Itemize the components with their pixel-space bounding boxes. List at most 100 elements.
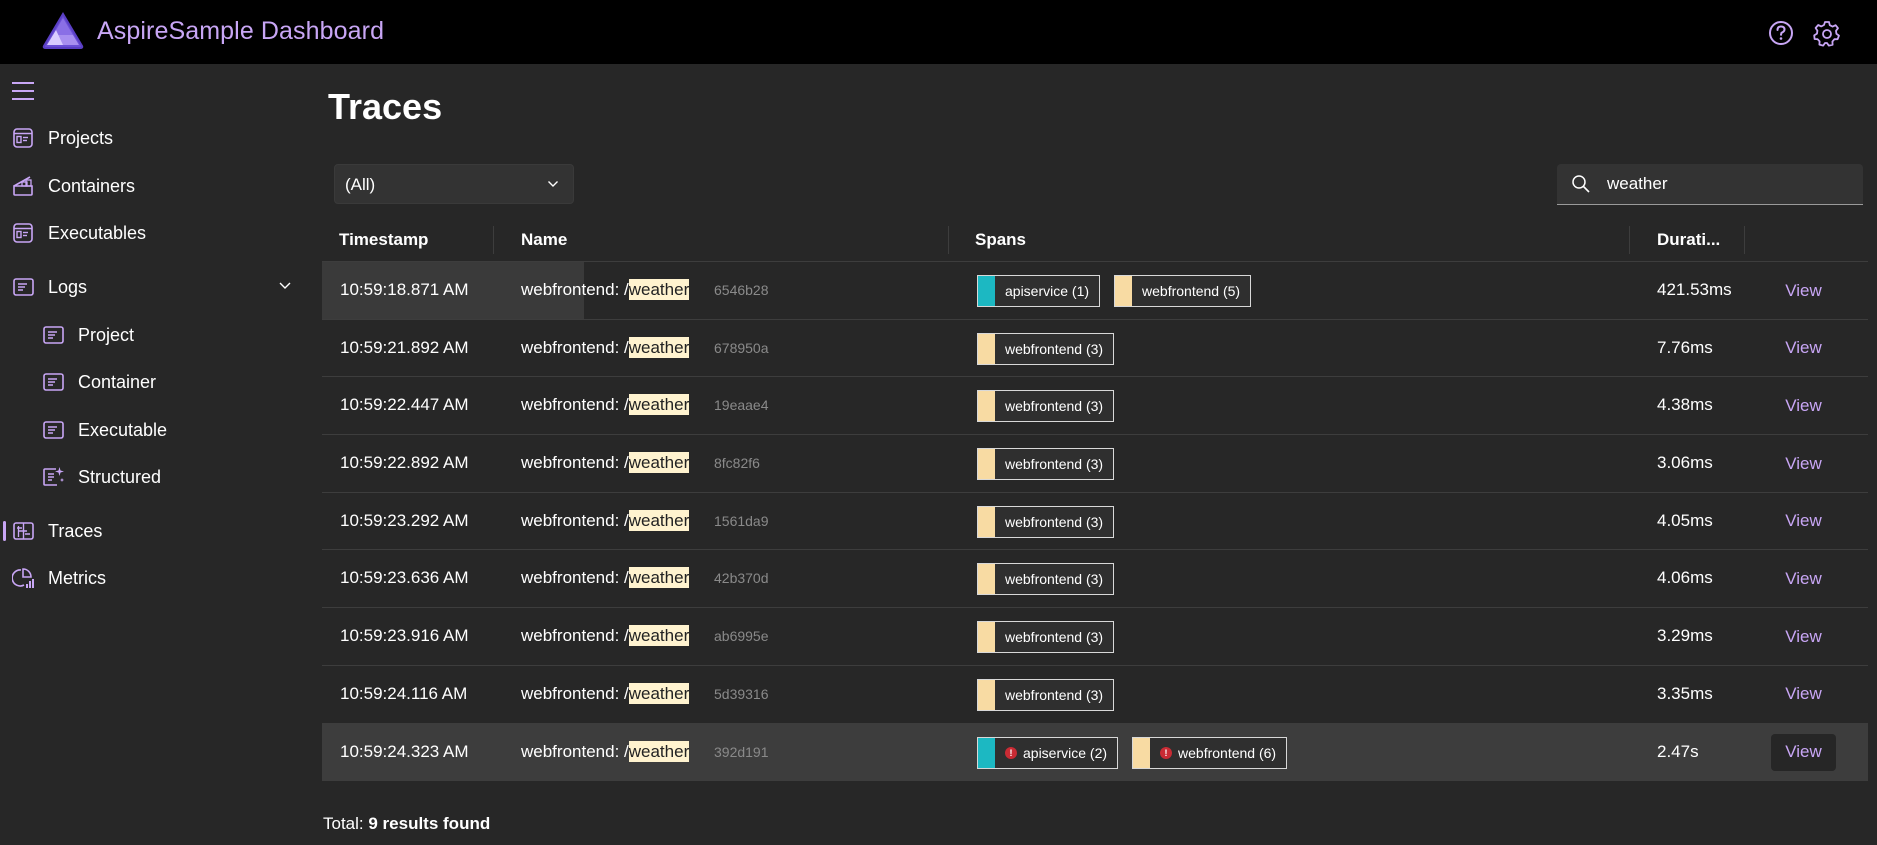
span-badge-apiservice[interactable]: apiservice (1) bbox=[977, 275, 1101, 307]
log-icon bbox=[43, 421, 64, 439]
search-highlight: weather bbox=[628, 625, 690, 647]
traces-icon bbox=[13, 522, 34, 540]
table-row[interactable]: 10:59:24.116 AM webfrontend: /weather 5d39… bbox=[322, 666, 1868, 724]
view-trace-link[interactable]: View bbox=[1771, 387, 1836, 424]
view-trace-link[interactable]: View bbox=[1771, 272, 1836, 309]
sidebar-item-label: Metrics bbox=[48, 567, 106, 588]
sidebar-item-label: Containers bbox=[48, 175, 136, 196]
error-icon: ! bbox=[1005, 746, 1017, 759]
service-color-swatch bbox=[1115, 276, 1133, 306]
span-badge-apiservice[interactable]: ! apiservice (2) bbox=[977, 736, 1119, 769]
view-trace-link[interactable]: View bbox=[1771, 330, 1836, 367]
service-color-swatch bbox=[978, 737, 995, 768]
table-row[interactable]: 10:59:22.892 AM webfrontend: /weather 8fc8… bbox=[322, 435, 1868, 493]
sidebar-item-logs-container[interactable]: Container bbox=[0, 362, 300, 402]
service-color-swatch bbox=[978, 564, 995, 595]
span-badge-webfrontend[interactable]: ! webfrontend (6) bbox=[1132, 736, 1288, 769]
span-badge-webfrontend[interactable]: webfrontend (3) bbox=[977, 563, 1115, 596]
column-resize-handle[interactable] bbox=[1629, 226, 1630, 254]
sidebar-item-metrics[interactable]: Metrics bbox=[0, 558, 300, 598]
column-header-name[interactable]: Name bbox=[521, 230, 567, 250]
trace-name-prefix: webfrontend: / bbox=[521, 337, 629, 357]
span-badge-webfrontend[interactable]: webfrontend (3) bbox=[977, 505, 1115, 538]
duration-cell: 7.76ms bbox=[1657, 337, 1713, 357]
sidebar-item-logs-structured[interactable]: Structured bbox=[0, 457, 300, 497]
span-badge-webfrontend[interactable]: webfrontend (5) bbox=[1114, 275, 1252, 307]
sidebar-item-logs[interactable]: Logs bbox=[0, 267, 300, 307]
trace-name-prefix: webfrontend: / bbox=[521, 280, 629, 299]
table-row[interactable]: 10:59:23.636 AM webfrontend: /weather 42b3… bbox=[322, 550, 1868, 609]
view-trace-link[interactable]: View bbox=[1771, 445, 1836, 482]
span-badge-label: webfrontend (3) bbox=[1005, 629, 1104, 646]
column-header-spans[interactable]: Spans bbox=[975, 230, 1026, 250]
view-trace-link[interactable]: View bbox=[1771, 733, 1836, 771]
spans-cell: webfrontend (3) bbox=[977, 505, 1115, 538]
span-badge-webfrontend[interactable]: webfrontend (3) bbox=[977, 621, 1115, 654]
search-input[interactable] bbox=[1607, 172, 1847, 196]
sidebar-item-projects[interactable]: Projects bbox=[0, 118, 300, 158]
trace-name-prefix: webfrontend: / bbox=[521, 568, 629, 588]
chevron-down-icon[interactable] bbox=[278, 281, 292, 291]
trace-id: 6546b28 bbox=[714, 282, 769, 298]
table-row[interactable]: 10:59:18.871 AM webfrontend: /weather 6546… bbox=[322, 262, 1868, 320]
search-highlight: weather bbox=[628, 452, 690, 474]
span-badge-webfrontend[interactable]: webfrontend (3) bbox=[977, 678, 1115, 711]
sidebar-item-label: Traces bbox=[48, 520, 103, 541]
column-resize-handle[interactable] bbox=[948, 226, 949, 254]
trace-id: 8fc82f6 bbox=[714, 455, 760, 472]
hamburger-icon[interactable] bbox=[12, 82, 36, 102]
spans-cell: webfrontend (3) bbox=[977, 563, 1115, 596]
timestamp-cell: 10:59:22.892 AM bbox=[340, 453, 469, 473]
trace-id: 42b370d bbox=[714, 570, 769, 587]
view-trace-link[interactable]: View bbox=[1771, 503, 1836, 540]
sidebar-item-logs-executable[interactable]: Executable bbox=[0, 410, 300, 450]
sidebar-item-logs-project[interactable]: Project bbox=[0, 315, 300, 355]
structured-log-icon bbox=[43, 467, 64, 486]
span-badge-webfrontend[interactable]: webfrontend (3) bbox=[977, 448, 1115, 481]
logs-icon bbox=[13, 278, 34, 296]
sidebar-item-label: Logs bbox=[48, 276, 88, 297]
view-trace-link[interactable]: View bbox=[1771, 560, 1836, 597]
search-box[interactable] bbox=[1557, 164, 1863, 205]
spans-cell: webfrontend (3) bbox=[977, 621, 1115, 654]
help-circle-icon[interactable] bbox=[1767, 19, 1795, 47]
table-row[interactable]: 10:59:23.916 AM webfrontend: /weather ab69… bbox=[322, 608, 1868, 666]
view-trace-link[interactable]: View bbox=[1771, 676, 1836, 713]
sidebar-item-label: Container bbox=[78, 371, 157, 392]
column-resize-handle[interactable] bbox=[493, 226, 494, 254]
app-header: AspireSample Dashboard bbox=[0, 0, 1877, 64]
total-label: Total: bbox=[323, 814, 364, 833]
service-color-swatch bbox=[978, 679, 995, 710]
table-row[interactable]: 10:59:22.447 AM webfrontend: /weather 19ea… bbox=[322, 377, 1868, 436]
span-badge-label: webfrontend (3) bbox=[1005, 456, 1104, 473]
service-color-swatch bbox=[978, 622, 995, 653]
column-resize-handle[interactable] bbox=[1744, 226, 1745, 254]
table-row[interactable]: 10:59:23.292 AM webfrontend: /weather 1561… bbox=[322, 493, 1868, 551]
containers-icon bbox=[13, 176, 33, 196]
search-highlight: weather bbox=[628, 509, 690, 531]
column-header-duration[interactable]: Durati... bbox=[1657, 230, 1720, 250]
sidebar-item-executables[interactable]: Executables bbox=[0, 213, 300, 253]
table-row[interactable]: 10:59:21.892 AM webfrontend: /weather 6789… bbox=[322, 320, 1868, 378]
table-body: 10:59:18.871 AM webfrontend: /weather 6546… bbox=[322, 262, 1868, 782]
span-badge-webfrontend[interactable]: webfrontend (3) bbox=[977, 390, 1115, 423]
gear-icon[interactable] bbox=[1813, 19, 1841, 47]
timestamp-cell: 10:59:24.323 AM bbox=[340, 741, 469, 761]
span-badge-label: webfrontend (5) bbox=[1142, 283, 1241, 299]
span-badge-webfrontend[interactable]: webfrontend (3) bbox=[977, 332, 1115, 365]
trace-name-cell: webfrontend: /weather bbox=[521, 452, 690, 474]
sidebar-item-traces[interactable]: Traces bbox=[0, 511, 300, 551]
resource-filter-select[interactable]: (All) bbox=[334, 164, 574, 204]
spans-cell: webfrontend (3) bbox=[977, 390, 1115, 423]
span-badge-label: webfrontend (3) bbox=[1005, 513, 1104, 530]
body-area: Projects Containers Executables Logs Pro… bbox=[0, 64, 1877, 845]
aspire-logo-icon bbox=[42, 12, 84, 49]
view-trace-link[interactable]: View bbox=[1771, 618, 1836, 655]
column-header-timestamp[interactable]: Timestamp bbox=[339, 230, 428, 250]
sidebar-item-label: Executable bbox=[78, 419, 168, 440]
service-color-swatch bbox=[1133, 737, 1151, 768]
sidebar-item-containers[interactable]: Containers bbox=[0, 166, 300, 206]
table-row[interactable]: 10:59:24.323 AM webfrontend: /weather 392d… bbox=[322, 723, 1868, 782]
total-value: 9 results found bbox=[368, 814, 491, 833]
timestamp-cell: 10:59:22.447 AM bbox=[340, 395, 469, 415]
